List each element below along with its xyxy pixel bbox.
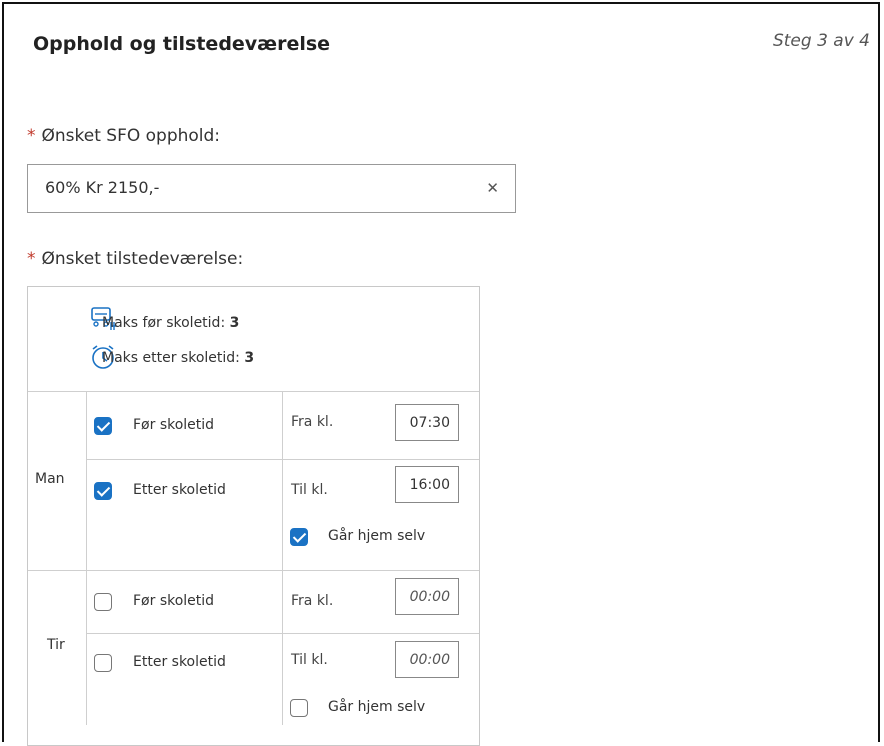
from-time-input-tue[interactable]: 00:00 [395, 578, 459, 615]
sfo-label-text: Ønsket SFO opphold: [41, 126, 221, 146]
max-after-label: Maks etter skoletid: [102, 350, 240, 366]
after-school-label: Etter skoletid [133, 482, 226, 498]
to-time-label: Til kl. [291, 652, 328, 668]
before-school-checkbox-tue[interactable] [94, 593, 112, 611]
after-school-checkbox-tue[interactable] [94, 654, 112, 672]
after-school-checkbox-mon[interactable] [94, 482, 112, 500]
sfo-select[interactable]: 60% Kr 2150,- ✕ [27, 164, 516, 213]
to-time-label: Til kl. [291, 482, 328, 498]
attendance-label: * Ønsket tilstedeværelse: [27, 249, 243, 269]
from-time-input-mon[interactable]: 07:30 [395, 404, 459, 441]
before-school-label: Før skoletid [133, 417, 215, 433]
before-school-checkbox-mon[interactable] [94, 417, 112, 435]
from-time-label: Fra kl. [291, 414, 334, 430]
max-before-value: 3 [229, 315, 240, 331]
max-before-label: Maks før skoletid: [102, 315, 226, 331]
to-time-input-mon[interactable]: 16:00 [395, 466, 459, 503]
page-title: Opphold og tilstedeværelse [33, 33, 331, 55]
attendance-label-text: Ønsket tilstedeværelse: [41, 249, 244, 269]
sfo-select-value: 60% Kr 2150,- [45, 178, 160, 197]
from-time-label: Fra kl. [291, 593, 334, 609]
required-asterisk: * [27, 126, 36, 146]
max-after-info: Maks etter skoletid: 3 [102, 350, 254, 366]
required-asterisk: * [27, 249, 36, 269]
walks-home-checkbox-mon[interactable] [290, 528, 308, 546]
step-indicator: Steg 3 av 4 [772, 31, 870, 51]
max-after-value: 3 [244, 350, 255, 366]
max-before-info: Maks før skoletid: 3 [102, 315, 239, 331]
day-label-tue: Tir [47, 637, 65, 653]
close-icon[interactable]: ✕ [486, 179, 499, 197]
walks-home-label: Går hjem selv [328, 528, 426, 544]
walks-home-checkbox-tue[interactable] [290, 699, 308, 717]
after-school-label: Etter skoletid [133, 654, 226, 670]
day-label-mon: Man [35, 471, 65, 487]
walks-home-label: Går hjem selv [328, 699, 426, 715]
sfo-label: * Ønsket SFO opphold: [27, 126, 220, 146]
before-school-label: Før skoletid [133, 593, 215, 609]
to-time-input-tue[interactable]: 00:00 [395, 641, 459, 678]
